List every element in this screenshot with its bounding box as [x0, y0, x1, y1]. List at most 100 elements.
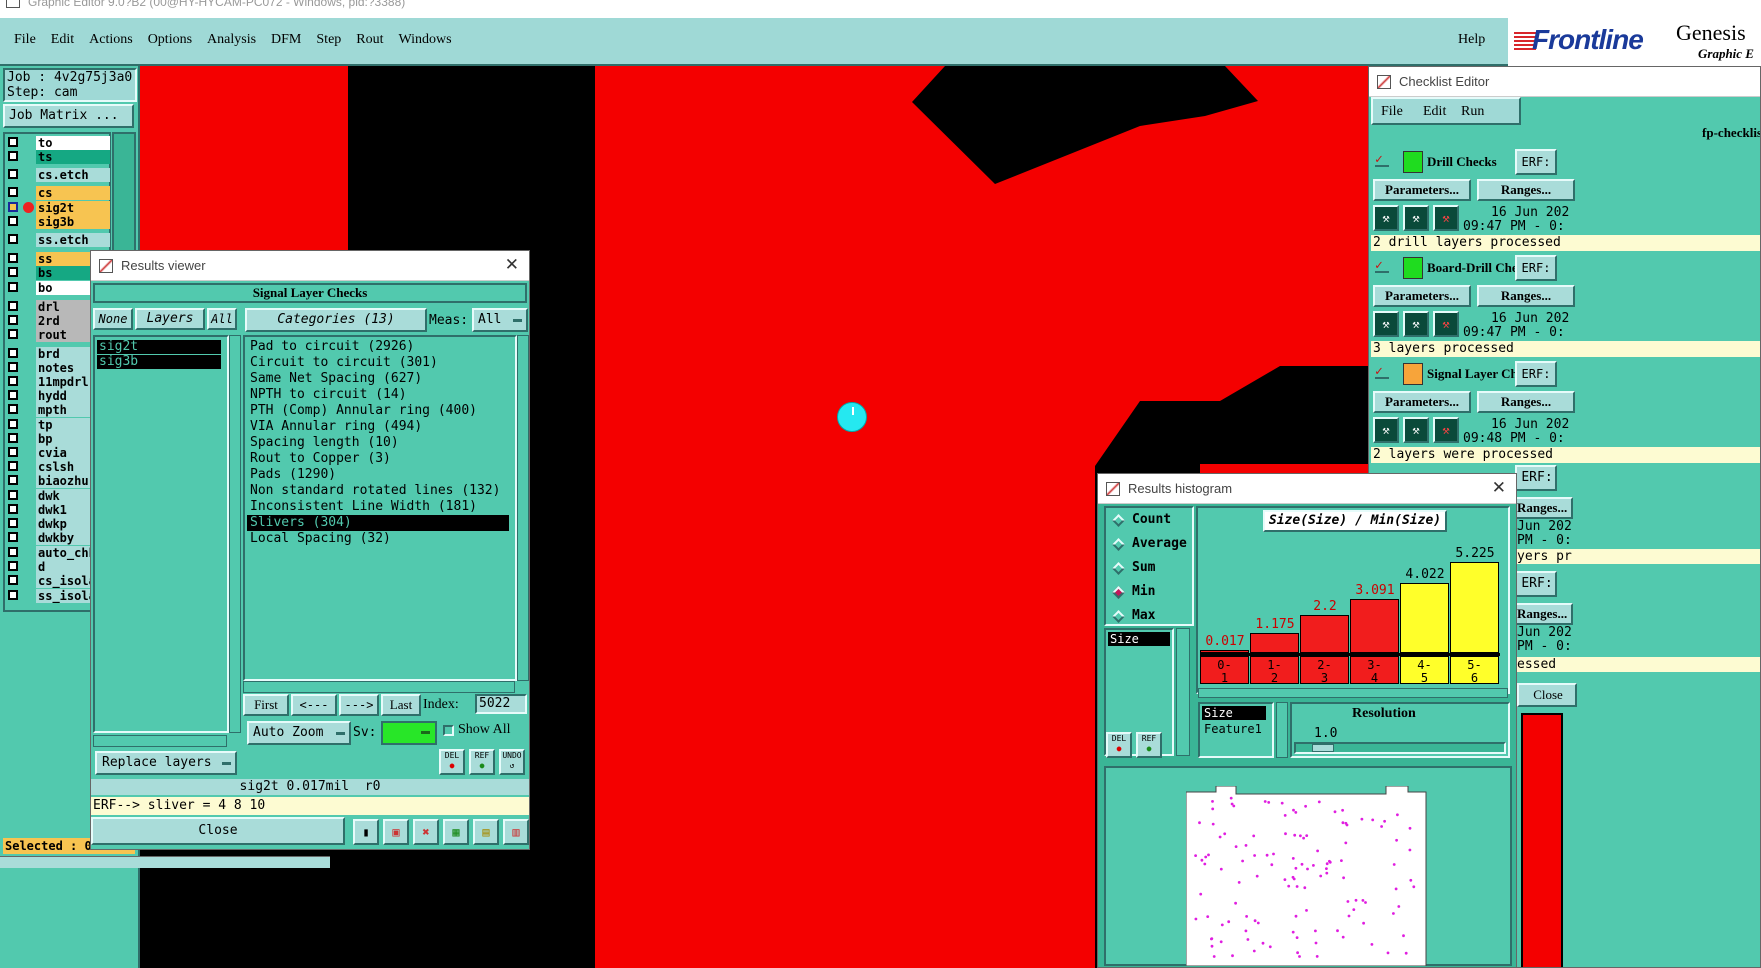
erf-button[interactable]: ERF:: [1515, 465, 1557, 491]
display-icon[interactable]: ▣: [383, 819, 409, 845]
ranges-button[interactable]: Ranges...: [1477, 179, 1575, 201]
layer-checkbox[interactable]: [8, 151, 18, 161]
menu-dfm[interactable]: DFM: [271, 32, 301, 48]
categories-vscroll[interactable]: [517, 335, 529, 681]
layer-checkbox[interactable]: [8, 532, 18, 542]
index-field[interactable]: 5022: [475, 694, 527, 714]
histogram-bar[interactable]: [1450, 562, 1499, 653]
first-button[interactable]: First: [243, 694, 289, 716]
layer-checkbox[interactable]: [8, 447, 18, 457]
layer-checkbox[interactable]: [8, 216, 18, 226]
menu-help[interactable]: Help: [1458, 32, 1485, 48]
list-item[interactable]: Size: [1202, 706, 1266, 720]
close-button[interactable]: Close: [91, 817, 345, 845]
layer-checkbox[interactable]: [8, 187, 18, 197]
check-name[interactable]: Signal Layer Ch: [1427, 366, 1517, 382]
list-item[interactable]: sig3b: [97, 355, 221, 369]
layer-checkbox[interactable]: [8, 547, 18, 557]
layer-checkbox[interactable]: [8, 315, 18, 325]
layer-checkbox[interactable]: [8, 490, 18, 500]
ranges-button[interactable]: Ranges...: [1513, 603, 1573, 625]
menu-rout[interactable]: Rout: [356, 32, 383, 48]
none-button[interactable]: None: [93, 308, 133, 330]
mode-option[interactable]: Max: [1112, 608, 1192, 626]
erf-button[interactable]: ERF:: [1515, 571, 1557, 597]
histogram-bar[interactable]: [1250, 632, 1299, 653]
parameters-button[interactable]: Parameters...: [1373, 179, 1471, 201]
check-enabled-icon[interactable]: ✓: [1375, 365, 1389, 379]
ref-icon[interactable]: REF ●: [469, 749, 495, 775]
radio-icon[interactable]: [1112, 586, 1125, 599]
next-button[interactable]: --->: [339, 694, 379, 716]
layer-row[interactable]: to: [5, 136, 110, 150]
layer-checkbox[interactable]: [8, 461, 18, 471]
stop-icon[interactable]: ⚒: [1433, 311, 1459, 337]
category-item[interactable]: PTH (Comp) Annular ring (400): [245, 403, 515, 419]
layer-row[interactable]: cs.etch: [5, 168, 110, 182]
clear-icon[interactable]: ✖: [413, 819, 439, 845]
layer-checkbox[interactable]: [8, 575, 18, 585]
close-icon[interactable]: ✕: [505, 255, 519, 275]
mode-option[interactable]: Min: [1112, 584, 1192, 602]
ranges-button[interactable]: Ranges...: [1477, 391, 1575, 413]
layer-checkbox[interactable]: [8, 362, 18, 372]
layer-row[interactable]: ss.etch: [5, 233, 110, 247]
ranges-button[interactable]: Ranges...: [1477, 285, 1575, 307]
erf-button[interactable]: ERF:: [1515, 149, 1557, 175]
parameters-button[interactable]: Parameters...: [1373, 391, 1471, 413]
del-icon[interactable]: DEL ●: [1106, 732, 1132, 758]
checklist-menu-edit[interactable]: Edit: [1423, 104, 1446, 120]
categories-list[interactable]: Pad to circuit (2926) Circuit to circuit …: [243, 335, 517, 681]
erf-button[interactable]: ERF:: [1515, 255, 1557, 281]
category-item[interactable]: Pad to circuit (2926): [245, 339, 515, 355]
menu-options[interactable]: Options: [148, 32, 192, 48]
layer-checkbox[interactable]: [8, 404, 18, 414]
categories-tab[interactable]: Categories (13): [245, 308, 427, 332]
check-enabled-icon[interactable]: ✓: [1375, 259, 1389, 273]
radio-icon[interactable]: [1112, 514, 1125, 527]
histogram-left-scroll[interactable]: [1176, 628, 1190, 756]
layer-checkbox[interactable]: [8, 202, 18, 212]
run-icon[interactable]: ⚒: [1373, 311, 1399, 337]
category-item[interactable]: Rout to Copper (3): [245, 451, 515, 467]
checklist-menu-run[interactable]: Run: [1461, 104, 1484, 120]
layer-row[interactable]: ts: [5, 150, 110, 164]
check-name[interactable]: Board-Drill Che: [1427, 260, 1517, 276]
layers-tab[interactable]: Layers: [135, 308, 205, 330]
attr-list-scroll[interactable]: [1276, 702, 1288, 758]
category-item[interactable]: Non standard rotated lines (132): [245, 483, 515, 499]
layer-checkbox[interactable]: [8, 390, 18, 400]
show-all-checkbox[interactable]: [443, 725, 454, 736]
run-step-icon[interactable]: ⚒: [1403, 205, 1429, 231]
radio-icon[interactable]: [1112, 538, 1125, 551]
undo-icon[interactable]: UNDO ↺: [499, 749, 525, 775]
run-step-icon[interactable]: ⚒: [1403, 311, 1429, 337]
layer-results-list[interactable]: sig2t sig3b: [93, 335, 229, 733]
menu-file[interactable]: File: [14, 32, 36, 48]
sv-color-dropdown[interactable]: [381, 721, 437, 745]
category-item[interactable]: Inconsistent Line Width (181): [245, 499, 515, 515]
auto-zoom-dropdown[interactable]: Auto Zoom: [247, 721, 351, 745]
layer-checkbox[interactable]: [8, 504, 18, 514]
menu-analysis[interactable]: Analysis: [207, 32, 256, 48]
category-item[interactable]: Same Net Spacing (627): [245, 371, 515, 387]
run-icon[interactable]: ⚒: [1373, 205, 1399, 231]
run-step-icon[interactable]: ⚒: [1403, 417, 1429, 443]
ref-icon[interactable]: REF ●: [1136, 732, 1162, 758]
run-icon[interactable]: ⚒: [1373, 417, 1399, 443]
layer-checkbox[interactable]: [8, 590, 18, 600]
check-enabled-icon[interactable]: ✓: [1375, 153, 1389, 167]
layer-row[interactable]: sig2t: [5, 201, 110, 215]
step-icon[interactable]: ▦: [443, 819, 469, 845]
erf-button[interactable]: ERF:: [1515, 361, 1557, 387]
parameters-button[interactable]: Parameters...: [1373, 285, 1471, 307]
layer-checkbox[interactable]: [8, 348, 18, 358]
del-icon[interactable]: DEL ●: [439, 749, 465, 775]
layer-list-hscroll[interactable]: [93, 735, 227, 747]
checklist-menu-file[interactable]: File: [1381, 104, 1403, 120]
resolution-slider[interactable]: [1294, 742, 1506, 754]
category-item[interactable]: Pads (1290): [245, 467, 515, 483]
replace-layers-dropdown[interactable]: Replace layers: [95, 751, 237, 775]
layer-checkbox[interactable]: [8, 475, 18, 485]
layer-list-vscroll[interactable]: [229, 335, 241, 733]
